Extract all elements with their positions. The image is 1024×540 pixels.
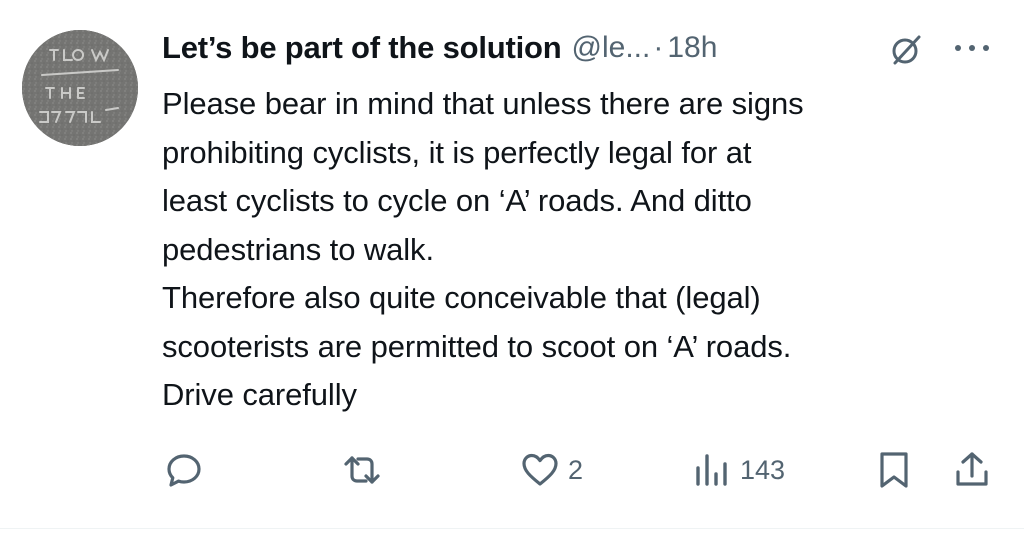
chalk-road-marking-icon: [22, 30, 138, 146]
views-count: 143: [740, 454, 786, 485]
heart-icon: [522, 453, 558, 486]
separator-dot: ·: [653, 31, 664, 64]
tweet-header: Let’s be part of the solution @le... · 1…: [162, 27, 717, 69]
tweet-text-line: scooterists are permitted to scoot on ‘A…: [162, 328, 792, 364]
analytics-bars-icon: [696, 454, 727, 486]
tweet-text-line: Therefore also quite conceivable that (l…: [162, 280, 761, 315]
tweet-text-line: least cyclists to cycle on ‘A’ roads. An…: [162, 183, 752, 218]
share-icon: [956, 452, 988, 486]
tweet-card[interactable]: Let’s be part of the solution @le... · 1…: [0, 0, 1024, 540]
display-name[interactable]: Let’s be part of the solution: [162, 30, 562, 66]
grok-icon[interactable]: [886, 29, 926, 69]
share-button[interactable]: [952, 448, 992, 492]
reply-button[interactable]: [164, 448, 204, 492]
avatar[interactable]: [22, 30, 138, 146]
bookmark-icon: [880, 452, 908, 488]
more-options-icon[interactable]: [948, 38, 996, 58]
timestamp[interactable]: 18h: [667, 31, 717, 65]
reply-icon: [167, 454, 201, 487]
retweet-icon: [344, 456, 380, 484]
like-button[interactable]: 2: [520, 448, 583, 492]
user-handle[interactable]: @le...: [572, 31, 651, 65]
retweet-button[interactable]: [340, 448, 384, 492]
tweet-action-bar: 2 143: [0, 448, 1024, 492]
tweet-text-line: prohibiting cyclists, it is perfectly le…: [162, 134, 752, 170]
like-count: 2: [568, 454, 584, 485]
divider: [0, 528, 1024, 529]
tweet-text-line: Please bear in mind that unless there ar…: [162, 86, 804, 121]
tweet-text: Please bear in mind that unless there ar…: [162, 80, 1002, 420]
tweet-text-line: Drive carefully: [162, 377, 357, 412]
bookmark-button[interactable]: [876, 448, 912, 492]
views-button[interactable]: 143: [692, 448, 785, 492]
tweet-text-line: pedestrians to walk.: [162, 231, 434, 267]
